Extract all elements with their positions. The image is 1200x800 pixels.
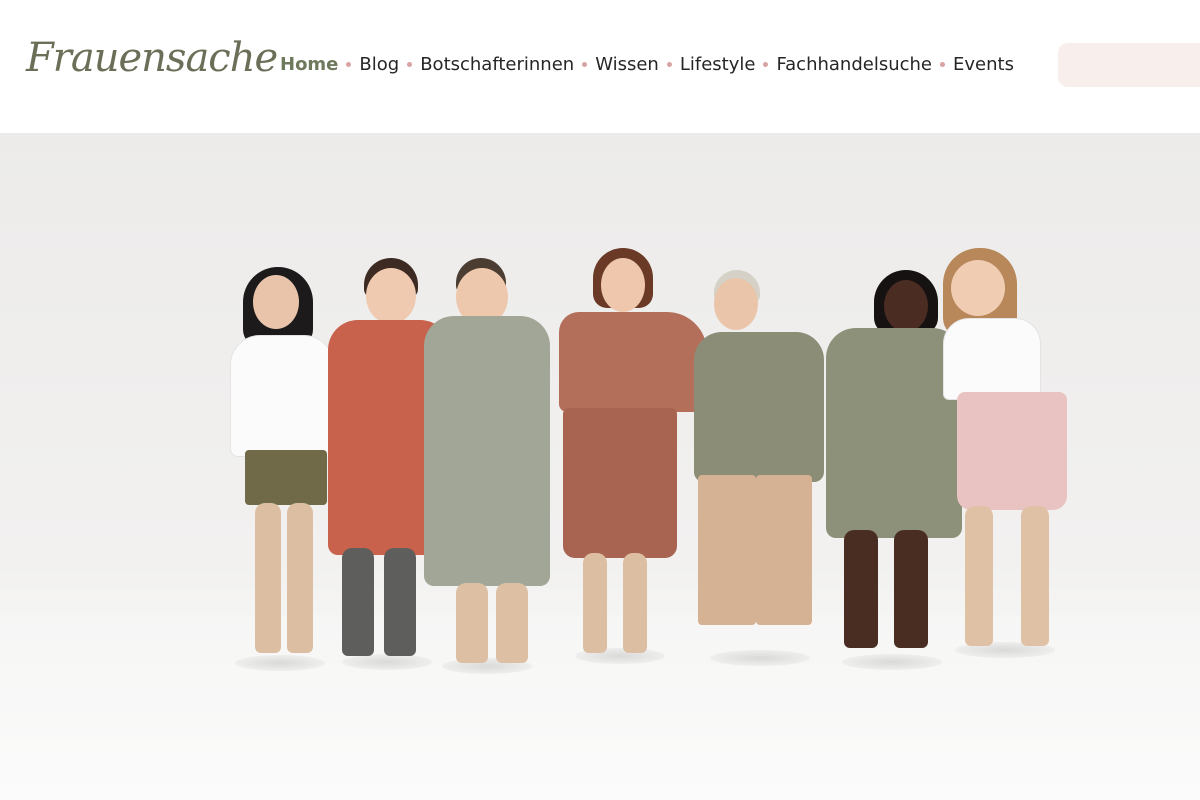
person-figure [422,258,552,674]
nav-wissen[interactable]: Wissen [595,54,659,75]
person-figure [690,270,830,666]
site-logo[interactable]: Frauensache [26,38,278,78]
nav-separator-dot [940,62,946,67]
nav-separator-dot [763,62,769,67]
search-input[interactable] [1058,43,1200,87]
nav-separator-dot [582,62,588,67]
nav-blog[interactable]: Blog [359,54,399,75]
nav-separator-dot [407,62,413,67]
site-header: Frauensache Home Blog Botschafterinnen W… [0,0,1200,133]
nav-lifestyle[interactable]: Lifestyle [680,54,756,75]
main-nav: Home Blog Botschafterinnen Wissen Lifest… [280,54,1014,75]
nav-home[interactable]: Home [280,54,338,75]
nav-events[interactable]: Events [953,54,1014,75]
nav-separator-dot [346,62,352,67]
nav-separator-dot [666,62,672,67]
nav-fachhandelsuche[interactable]: Fachhandelsuche [776,54,932,75]
person-figure [935,248,1080,658]
hero-image [0,133,1200,800]
nav-botschafterinnen[interactable]: Botschafterinnen [420,54,574,75]
